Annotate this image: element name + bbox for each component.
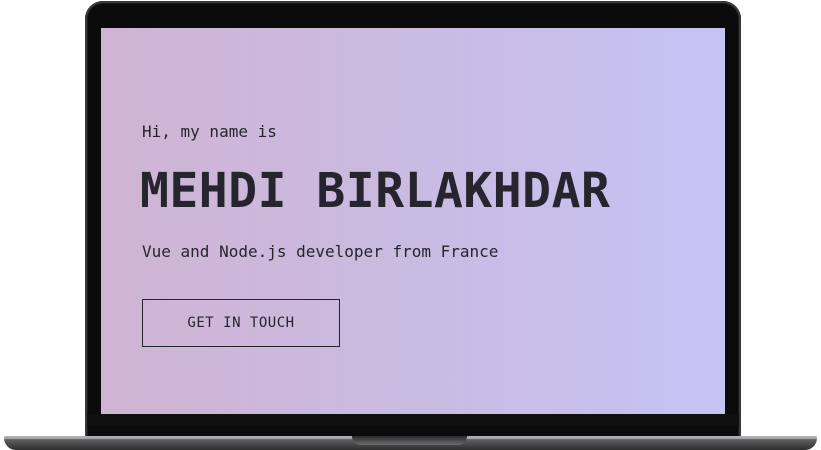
get-in-touch-button[interactable]: GET IN TOUCH bbox=[142, 299, 340, 347]
get-in-touch-label: GET IN TOUCH bbox=[187, 315, 295, 331]
laptop-bezel-chin bbox=[87, 414, 739, 426]
laptop-screen: Hi, my name is MEHDI BIRLAKHDAR Vue and … bbox=[101, 28, 725, 414]
laptop-mockup: Hi, my name is MEHDI BIRLAKHDAR Vue and … bbox=[0, 0, 821, 450]
hero-tagline: Vue and Node.js developer from France bbox=[142, 242, 499, 261]
hero-intro: Hi, my name is bbox=[142, 122, 277, 141]
hero-name: MEHDI BIRLAKHDAR bbox=[140, 163, 611, 219]
laptop-opening-notch bbox=[352, 436, 467, 445]
